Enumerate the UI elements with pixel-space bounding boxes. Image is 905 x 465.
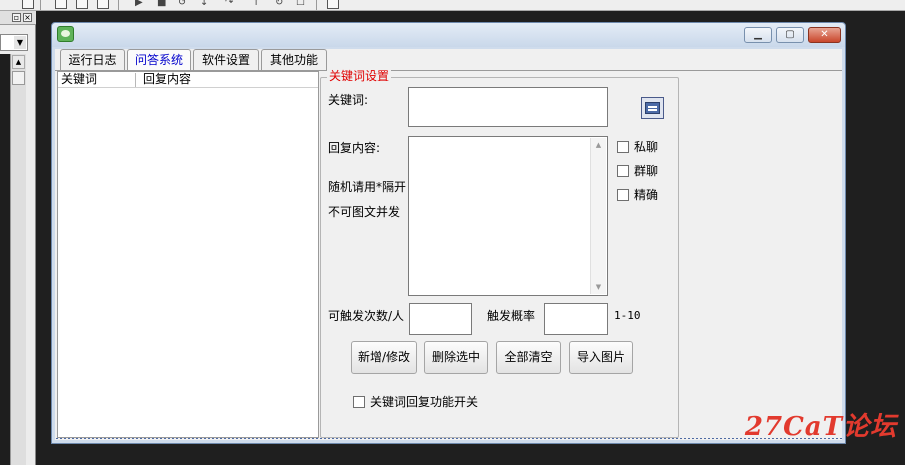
- scroll-down-icon[interactable]: ▼: [591, 281, 606, 293]
- tab-qa-system[interactable]: 问答系统: [127, 49, 191, 71]
- watermark-logo: 27CaT论坛: [744, 412, 897, 442]
- keyword-label: 关键词:: [328, 93, 369, 107]
- project-tree[interactable]: [0, 54, 10, 465]
- trigger-count-input[interactable]: [409, 303, 472, 335]
- private-chat-label: 私聊: [634, 140, 659, 154]
- feature-switch-label: 关键词回复功能开关: [370, 395, 479, 409]
- step-into-icon[interactable]: ↓: [200, 0, 208, 9]
- scroll-up-icon[interactable]: ▲: [591, 139, 606, 151]
- column-header-keyword[interactable]: 关键词: [58, 72, 135, 87]
- step-over-icon[interactable]: ↷: [225, 0, 233, 9]
- scroll-thumb[interactable]: [12, 71, 25, 85]
- close-icon[interactable]: ✕: [808, 27, 841, 43]
- step-out-icon[interactable]: ↑: [252, 0, 260, 9]
- left-pane-header: ▫ ×: [0, 11, 36, 25]
- scroll-up-icon[interactable]: ▲: [12, 55, 25, 69]
- pane-restore-icon[interactable]: ▫: [12, 13, 21, 22]
- tab-run-log[interactable]: 运行日志: [60, 49, 125, 70]
- import-image-button[interactable]: 导入图片: [569, 341, 633, 374]
- feature-switch-checkbox[interactable]: [353, 396, 365, 408]
- window-icon[interactable]: [641, 97, 664, 119]
- chevron-down-icon[interactable]: ▼: [14, 36, 26, 49]
- tab-software-settings[interactable]: 软件设置: [193, 49, 259, 70]
- left-scrollbar[interactable]: ▲: [10, 54, 26, 465]
- trigger-probability-label: 触发概率: [487, 309, 536, 323]
- group-title: 关键词设置: [327, 68, 392, 84]
- add-edit-button[interactable]: 新增/修改: [351, 341, 417, 374]
- group-chat-checkbox[interactable]: [617, 165, 629, 177]
- layout-icon[interactable]: [55, 0, 67, 9]
- minimize-icon[interactable]: ▁: [744, 27, 772, 43]
- ide-left-pane: ▫ × ▼ ▲: [0, 11, 36, 465]
- binoculars-icon[interactable]: [327, 0, 339, 9]
- group-chat-label: 群聊: [634, 164, 659, 178]
- trigger-probability-input[interactable]: [544, 303, 608, 335]
- maximize-icon[interactable]: ▢: [776, 27, 804, 43]
- preview-icon[interactable]: [22, 0, 34, 9]
- layout-icon[interactable]: [76, 0, 88, 9]
- tab-other-functions[interactable]: 其他功能: [261, 49, 327, 70]
- exact-match-label: 精确: [634, 188, 659, 202]
- toolbar-separator: [316, 0, 317, 10]
- client-area: 运行日志 问答系统 软件设置 其他功能 关键词 回复内容 关键词设置 关键词: …: [55, 49, 842, 440]
- reply-textarea[interactable]: ▲ ▼: [408, 136, 608, 296]
- keyword-input[interactable]: [408, 87, 608, 127]
- keyword-list[interactable]: 关键词 回复内容: [57, 71, 319, 438]
- step-icon[interactable]: ↺: [178, 0, 186, 9]
- green-chat-icon: [57, 26, 74, 42]
- pane-close-icon[interactable]: ×: [23, 13, 32, 22]
- exact-match-checkbox[interactable]: [617, 189, 629, 201]
- hand-icon[interactable]: ☐: [296, 0, 305, 9]
- stop-icon[interactable]: ■: [157, 0, 166, 9]
- app-window: ▁ ▢ ✕ 运行日志 问答系统 软件设置 其他功能 关键词 回复内容 关键词设置…: [51, 22, 846, 444]
- clear-all-button[interactable]: 全部清空: [496, 341, 561, 374]
- reply-label: 回复内容:: [328, 141, 381, 155]
- trigger-count-label: 可触发次数/人: [328, 309, 405, 323]
- delete-selected-button[interactable]: 删除选中: [424, 341, 488, 374]
- no-image-hint: 不可图文并发: [328, 205, 401, 219]
- keyword-settings-group: 关键词设置 关键词: 回复内容: 随机请用*隔开 不可图文并发 ▲ ▼ 私聊 群…: [320, 68, 679, 438]
- private-chat-checkbox[interactable]: [617, 141, 629, 153]
- probability-range-hint: 1-10: [614, 309, 641, 322]
- object-combo[interactable]: ▼: [0, 34, 28, 51]
- title-bar[interactable]: ▁ ▢ ✕: [52, 23, 845, 47]
- column-header-reply[interactable]: 回复内容: [140, 72, 290, 87]
- random-hint: 随机请用*隔开: [328, 180, 407, 194]
- toolbar-separator: [40, 0, 41, 10]
- breakpoint-icon[interactable]: ↻: [275, 0, 283, 9]
- ide-toolbar: ▶ ■ ↺ ↓ ↷ ↑ ↻ ☐: [0, 0, 905, 11]
- run-icon[interactable]: ▶: [135, 0, 143, 9]
- list-header: 关键词 回复内容: [58, 72, 318, 88]
- column-separator[interactable]: [135, 73, 136, 87]
- toolbar-separator: [118, 0, 119, 10]
- layout-icon[interactable]: [97, 0, 109, 9]
- design-grid-dots: [55, 437, 842, 440]
- reply-scrollbar[interactable]: ▲ ▼: [590, 138, 606, 294]
